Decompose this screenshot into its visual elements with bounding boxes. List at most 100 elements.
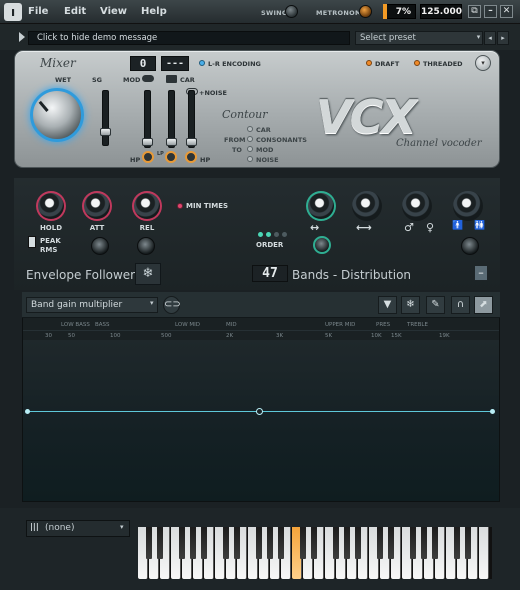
noise-label: +NOISE xyxy=(199,89,227,97)
black-key[interactable] xyxy=(377,527,383,559)
black-key[interactable] xyxy=(355,527,361,559)
menu-file[interactable]: File xyxy=(28,6,48,17)
lr-encoding-toggle[interactable] xyxy=(199,60,205,66)
black-key[interactable] xyxy=(311,527,317,559)
car-keyboard-icon xyxy=(166,75,177,83)
black-key[interactable] xyxy=(465,527,471,559)
band-gain-graph[interactable] xyxy=(23,340,499,501)
freeze-snowflake-icon[interactable]: ❄ xyxy=(135,263,161,285)
menu-help[interactable]: Help xyxy=(141,6,167,17)
order-led-4 xyxy=(282,232,287,237)
gender-knob[interactable] xyxy=(402,191,432,221)
black-key[interactable] xyxy=(267,527,273,559)
tile-window-button[interactable]: ⧉ xyxy=(468,5,481,18)
cpu-meter-fill xyxy=(383,4,387,19)
black-key[interactable] xyxy=(300,527,306,559)
black-key[interactable] xyxy=(179,527,185,559)
voices-sub-knob[interactable] xyxy=(461,237,479,255)
black-key[interactable] xyxy=(432,527,438,559)
pointer-tool-icon[interactable]: ⬈ xyxy=(474,296,493,314)
spread-knob[interactable] xyxy=(352,191,382,221)
curve-point-end[interactable] xyxy=(490,409,495,414)
logo-subtitle: Channel vocoder xyxy=(396,138,482,149)
black-key[interactable] xyxy=(454,527,460,559)
lp-knob[interactable] xyxy=(165,151,177,163)
wet-knob[interactable] xyxy=(30,88,84,142)
menu-view[interactable]: View xyxy=(100,6,127,17)
car-slider-thumb[interactable] xyxy=(166,138,177,146)
draft-toggle[interactable] xyxy=(366,60,372,66)
demo-message-bar[interactable]: Click to hide demo message xyxy=(28,31,350,45)
pen-tool-icon[interactable]: ✎ xyxy=(426,296,445,314)
min-times-toggle[interactable] xyxy=(177,203,183,209)
mod-toggle[interactable] xyxy=(142,75,154,82)
black-key[interactable] xyxy=(344,527,350,559)
voices-knob[interactable] xyxy=(453,191,483,221)
editor-menu-button[interactable]: ▼ xyxy=(378,296,397,314)
black-key[interactable] xyxy=(388,527,394,559)
tempo-display[interactable]: 125.000 xyxy=(420,4,462,19)
collapse-button[interactable]: – xyxy=(474,265,488,281)
curve-point-tension[interactable] xyxy=(256,408,263,415)
bands-count-display[interactable]: 47 xyxy=(252,265,288,282)
minimize-button[interactable]: – xyxy=(484,5,497,18)
instrument-dropdown[interactable]: (none) xyxy=(26,520,130,537)
curve-point-start[interactable] xyxy=(25,409,30,414)
male-icon: ♂ xyxy=(404,221,414,234)
hp-knob-2[interactable] xyxy=(185,151,197,163)
contour-mod-radio[interactable] xyxy=(247,146,253,152)
threaded-label: THREADED xyxy=(423,60,463,68)
metronome-toggle[interactable] xyxy=(359,5,372,18)
black-key[interactable] xyxy=(234,527,240,559)
sg-slider[interactable] xyxy=(102,90,109,146)
snowflake-tool-icon[interactable]: ❄ xyxy=(401,296,420,314)
sg-slider-thumb[interactable] xyxy=(100,128,111,136)
lp-label: LP xyxy=(157,151,164,157)
black-key[interactable] xyxy=(223,527,229,559)
white-key[interactable] xyxy=(479,527,489,579)
play-arrow-icon[interactable] xyxy=(19,32,25,42)
close-button[interactable]: ✕ xyxy=(500,5,513,18)
preset-dropdown-icon[interactable]: ▾ xyxy=(474,31,483,45)
black-key[interactable] xyxy=(190,527,196,559)
link-toggle-icon[interactable]: ⊂⊃ xyxy=(163,296,181,314)
band-parameter-dropdown[interactable]: Band gain multiplier xyxy=(26,297,158,313)
black-key[interactable] xyxy=(256,527,262,559)
piano-keyboard[interactable] xyxy=(138,527,492,579)
preset-selector[interactable]: Select preset xyxy=(355,31,483,45)
range-label: PRES xyxy=(376,322,391,328)
hp-knob-1[interactable] xyxy=(142,151,154,163)
noise-slider-thumb[interactable] xyxy=(186,138,197,146)
female-icon: ♀ xyxy=(426,221,435,234)
preset-prev-button[interactable]: ◂ xyxy=(484,31,496,45)
black-key[interactable] xyxy=(146,527,152,559)
black-key[interactable] xyxy=(410,527,416,559)
black-key[interactable] xyxy=(157,527,163,559)
contour-car-radio[interactable] xyxy=(247,126,253,132)
contour-consonants-radio[interactable] xyxy=(247,136,253,142)
options-menu-button[interactable]: ▾ xyxy=(475,55,491,71)
preset-next-button[interactable]: ▸ xyxy=(497,31,509,45)
hz-label: 50 xyxy=(68,333,75,339)
mix-lcd-right: --- xyxy=(161,56,189,71)
range-label: LOW MID xyxy=(175,322,200,328)
contour-noise-radio[interactable] xyxy=(247,156,253,162)
black-key[interactable] xyxy=(201,527,207,559)
mod-slider-thumb[interactable] xyxy=(142,138,153,146)
release-curve-knob[interactable] xyxy=(137,237,155,255)
attack-curve-knob[interactable] xyxy=(91,237,109,255)
app-logo-icon[interactable]: ı xyxy=(4,3,22,21)
threaded-toggle[interactable] xyxy=(414,60,420,66)
black-key[interactable] xyxy=(333,527,339,559)
attack-knob[interactable] xyxy=(82,191,112,221)
filter-shape-knob[interactable] xyxy=(313,236,331,254)
black-key[interactable] xyxy=(278,527,284,559)
menu-edit[interactable]: Edit xyxy=(64,6,86,17)
hold-knob[interactable] xyxy=(36,191,66,221)
release-knob[interactable] xyxy=(132,191,162,221)
stereo-width-knob[interactable] xyxy=(306,191,336,221)
black-key[interactable] xyxy=(421,527,427,559)
peak-rms-switch[interactable] xyxy=(28,236,36,248)
arc-tool-icon[interactable]: ∩ xyxy=(451,296,470,314)
swing-knob[interactable] xyxy=(285,5,298,18)
